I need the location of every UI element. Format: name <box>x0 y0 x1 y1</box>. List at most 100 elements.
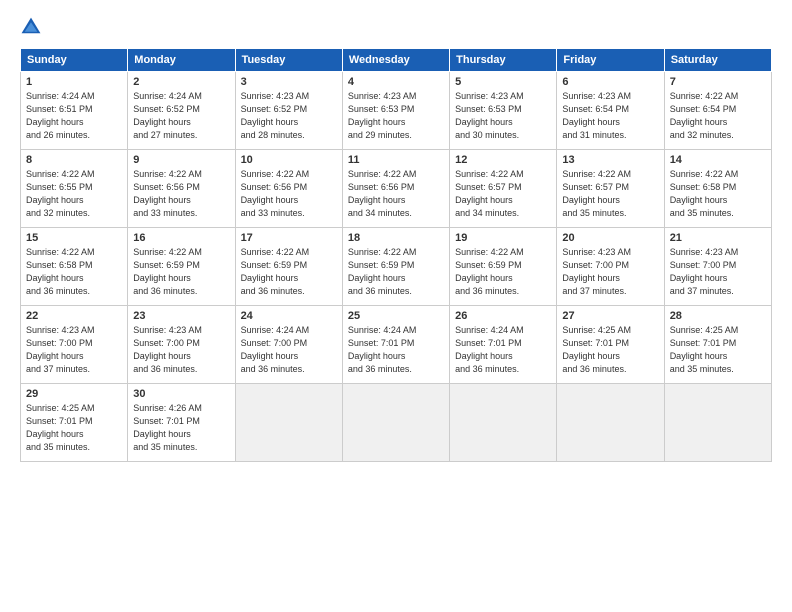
logo-icon <box>20 16 42 38</box>
col-header-thursday: Thursday <box>450 49 557 72</box>
calendar-cell <box>235 384 342 462</box>
cell-content: Sunrise: 4:22 AMSunset: 6:56 PMDaylight … <box>133 169 202 218</box>
cell-content: Sunrise: 4:23 AMSunset: 7:00 PMDaylight … <box>562 247 631 296</box>
calendar-cell <box>664 384 771 462</box>
day-number: 28 <box>670 310 766 322</box>
calendar-cell: 19 Sunrise: 4:22 AMSunset: 6:59 PMDaylig… <box>450 228 557 306</box>
cell-content: Sunrise: 4:22 AMSunset: 6:58 PMDaylight … <box>670 169 739 218</box>
day-number: 16 <box>133 232 229 244</box>
day-number: 29 <box>26 388 122 400</box>
day-number: 30 <box>133 388 229 400</box>
calendar-cell <box>557 384 664 462</box>
week-row-0: 1 Sunrise: 4:24 AMSunset: 6:51 PMDayligh… <box>21 72 772 150</box>
week-row-4: 29 Sunrise: 4:25 AMSunset: 7:01 PMDaylig… <box>21 384 772 462</box>
day-number: 4 <box>348 76 444 88</box>
day-number: 22 <box>26 310 122 322</box>
cell-content: Sunrise: 4:24 AMSunset: 7:01 PMDaylight … <box>348 325 417 374</box>
calendar-cell: 4 Sunrise: 4:23 AMSunset: 6:53 PMDayligh… <box>342 72 449 150</box>
calendar-cell: 12 Sunrise: 4:22 AMSunset: 6:57 PMDaylig… <box>450 150 557 228</box>
col-header-wednesday: Wednesday <box>342 49 449 72</box>
calendar-cell <box>342 384 449 462</box>
cell-content: Sunrise: 4:22 AMSunset: 6:59 PMDaylight … <box>133 247 202 296</box>
day-number: 17 <box>241 232 337 244</box>
calendar-cell: 25 Sunrise: 4:24 AMSunset: 7:01 PMDaylig… <box>342 306 449 384</box>
calendar-cell: 6 Sunrise: 4:23 AMSunset: 6:54 PMDayligh… <box>557 72 664 150</box>
week-row-1: 8 Sunrise: 4:22 AMSunset: 6:55 PMDayligh… <box>21 150 772 228</box>
calendar-cell: 14 Sunrise: 4:22 AMSunset: 6:58 PMDaylig… <box>664 150 771 228</box>
day-number: 20 <box>562 232 658 244</box>
header <box>20 16 772 38</box>
cell-content: Sunrise: 4:22 AMSunset: 6:57 PMDaylight … <box>455 169 524 218</box>
cell-content: Sunrise: 4:24 AMSunset: 7:00 PMDaylight … <box>241 325 310 374</box>
cell-content: Sunrise: 4:22 AMSunset: 6:57 PMDaylight … <box>562 169 631 218</box>
day-number: 13 <box>562 154 658 166</box>
day-number: 10 <box>241 154 337 166</box>
cell-content: Sunrise: 4:22 AMSunset: 6:58 PMDaylight … <box>26 247 95 296</box>
cell-content: Sunrise: 4:22 AMSunset: 6:59 PMDaylight … <box>455 247 524 296</box>
cell-content: Sunrise: 4:22 AMSunset: 6:54 PMDaylight … <box>670 91 739 140</box>
calendar-cell: 16 Sunrise: 4:22 AMSunset: 6:59 PMDaylig… <box>128 228 235 306</box>
cell-content: Sunrise: 4:22 AMSunset: 6:56 PMDaylight … <box>348 169 417 218</box>
calendar-cell: 5 Sunrise: 4:23 AMSunset: 6:53 PMDayligh… <box>450 72 557 150</box>
col-header-tuesday: Tuesday <box>235 49 342 72</box>
cell-content: Sunrise: 4:22 AMSunset: 6:59 PMDaylight … <box>348 247 417 296</box>
col-header-friday: Friday <box>557 49 664 72</box>
calendar-cell: 30 Sunrise: 4:26 AMSunset: 7:01 PMDaylig… <box>128 384 235 462</box>
calendar-cell: 15 Sunrise: 4:22 AMSunset: 6:58 PMDaylig… <box>21 228 128 306</box>
day-number: 11 <box>348 154 444 166</box>
cell-content: Sunrise: 4:23 AMSunset: 7:00 PMDaylight … <box>133 325 202 374</box>
col-header-monday: Monday <box>128 49 235 72</box>
cell-content: Sunrise: 4:23 AMSunset: 6:53 PMDaylight … <box>455 91 524 140</box>
calendar-cell: 26 Sunrise: 4:24 AMSunset: 7:01 PMDaylig… <box>450 306 557 384</box>
day-number: 24 <box>241 310 337 322</box>
calendar-cell: 28 Sunrise: 4:25 AMSunset: 7:01 PMDaylig… <box>664 306 771 384</box>
page: SundayMondayTuesdayWednesdayThursdayFrid… <box>0 0 792 612</box>
calendar-cell: 22 Sunrise: 4:23 AMSunset: 7:00 PMDaylig… <box>21 306 128 384</box>
calendar-cell: 7 Sunrise: 4:22 AMSunset: 6:54 PMDayligh… <box>664 72 771 150</box>
day-number: 12 <box>455 154 551 166</box>
calendar-cell: 17 Sunrise: 4:22 AMSunset: 6:59 PMDaylig… <box>235 228 342 306</box>
day-number: 26 <box>455 310 551 322</box>
calendar-cell: 24 Sunrise: 4:24 AMSunset: 7:00 PMDaylig… <box>235 306 342 384</box>
day-number: 27 <box>562 310 658 322</box>
day-number: 8 <box>26 154 122 166</box>
day-number: 5 <box>455 76 551 88</box>
calendar-cell: 29 Sunrise: 4:25 AMSunset: 7:01 PMDaylig… <box>21 384 128 462</box>
cell-content: Sunrise: 4:26 AMSunset: 7:01 PMDaylight … <box>133 403 202 452</box>
day-number: 25 <box>348 310 444 322</box>
calendar-cell: 13 Sunrise: 4:22 AMSunset: 6:57 PMDaylig… <box>557 150 664 228</box>
week-row-2: 15 Sunrise: 4:22 AMSunset: 6:58 PMDaylig… <box>21 228 772 306</box>
cell-content: Sunrise: 4:24 AMSunset: 6:52 PMDaylight … <box>133 91 202 140</box>
day-number: 6 <box>562 76 658 88</box>
day-number: 9 <box>133 154 229 166</box>
day-number: 21 <box>670 232 766 244</box>
calendar-cell: 23 Sunrise: 4:23 AMSunset: 7:00 PMDaylig… <box>128 306 235 384</box>
calendar-cell: 3 Sunrise: 4:23 AMSunset: 6:52 PMDayligh… <box>235 72 342 150</box>
day-number: 14 <box>670 154 766 166</box>
calendar-cell: 27 Sunrise: 4:25 AMSunset: 7:01 PMDaylig… <box>557 306 664 384</box>
calendar-cell: 1 Sunrise: 4:24 AMSunset: 6:51 PMDayligh… <box>21 72 128 150</box>
cell-content: Sunrise: 4:23 AMSunset: 6:53 PMDaylight … <box>348 91 417 140</box>
calendar-cell: 20 Sunrise: 4:23 AMSunset: 7:00 PMDaylig… <box>557 228 664 306</box>
day-number: 7 <box>670 76 766 88</box>
calendar-cell: 11 Sunrise: 4:22 AMSunset: 6:56 PMDaylig… <box>342 150 449 228</box>
day-number: 19 <box>455 232 551 244</box>
cell-content: Sunrise: 4:24 AMSunset: 6:51 PMDaylight … <box>26 91 95 140</box>
day-number: 2 <box>133 76 229 88</box>
calendar-header-row: SundayMondayTuesdayWednesdayThursdayFrid… <box>21 49 772 72</box>
calendar-cell: 9 Sunrise: 4:22 AMSunset: 6:56 PMDayligh… <box>128 150 235 228</box>
day-number: 15 <box>26 232 122 244</box>
day-number: 18 <box>348 232 444 244</box>
day-number: 1 <box>26 76 122 88</box>
calendar-cell: 10 Sunrise: 4:22 AMSunset: 6:56 PMDaylig… <box>235 150 342 228</box>
col-header-saturday: Saturday <box>664 49 771 72</box>
calendar-cell: 8 Sunrise: 4:22 AMSunset: 6:55 PMDayligh… <box>21 150 128 228</box>
day-number: 23 <box>133 310 229 322</box>
cell-content: Sunrise: 4:23 AMSunset: 7:00 PMDaylight … <box>670 247 739 296</box>
cell-content: Sunrise: 4:23 AMSunset: 6:54 PMDaylight … <box>562 91 631 140</box>
calendar-cell: 21 Sunrise: 4:23 AMSunset: 7:00 PMDaylig… <box>664 228 771 306</box>
cell-content: Sunrise: 4:22 AMSunset: 6:55 PMDaylight … <box>26 169 95 218</box>
week-row-3: 22 Sunrise: 4:23 AMSunset: 7:00 PMDaylig… <box>21 306 772 384</box>
calendar-cell <box>450 384 557 462</box>
logo <box>20 16 46 38</box>
